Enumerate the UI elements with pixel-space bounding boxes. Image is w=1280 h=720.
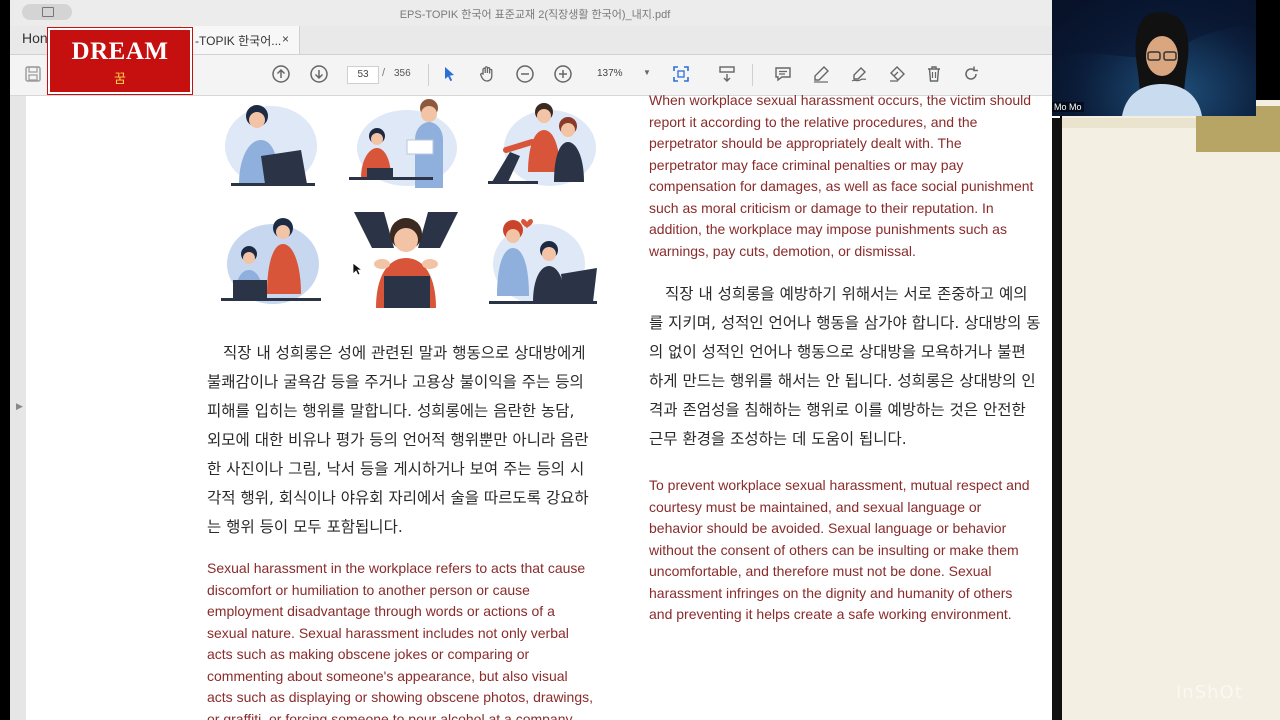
logo-title: DREAM (71, 38, 169, 65)
fit-page-icon[interactable] (670, 63, 692, 85)
text-line: acts such as making obscene jokes or com… (207, 646, 530, 662)
text-line: courtesy must be maintained, and sexual … (649, 498, 982, 515)
zoom-value: 137% (597, 68, 623, 79)
illustration-shoulder-hands (354, 212, 458, 308)
text-line: harassment infringes on the dignity and … (649, 584, 1013, 601)
text-line: 직장 내 성희롱을 예방하기 위해서는 서로 존중하고 예의 (665, 285, 1028, 303)
sidebar-expand-icon[interactable]: ▶ (16, 401, 23, 412)
save-icon[interactable] (22, 63, 44, 85)
text-line: 는 행위 등이 모두 포함됩니다. (207, 518, 403, 536)
text-line: 근무 환경을 조성하는 데 도움이 됩니다. (649, 430, 907, 448)
delete-icon[interactable] (923, 63, 945, 85)
text-line: compensation for damages, as well as fac… (649, 178, 1034, 194)
zoom-select[interactable]: 137% ▼ (593, 66, 653, 82)
left-english-paragraph: Sexual harassment in the workplace refer… (207, 558, 617, 720)
illustration-manager-document (349, 99, 457, 188)
text-line: When workplace sexual harassment occurs,… (649, 92, 1032, 108)
text-line: commenting about someone's appearance, b… (207, 667, 568, 684)
text-line: addition, the workplace may impose punis… (649, 221, 1007, 237)
text-line: behavior should be avoided. Sexual langu… (649, 520, 1007, 536)
dream-logo: DREAM 꿈 (48, 28, 192, 94)
presenter-video-icon (1052, 0, 1256, 116)
text-line: To prevent workplace sexual harassment, … (649, 477, 1030, 493)
pdf-viewer-window: EPS-TOPIK 한국어 표준교재 2(직장생활 한국어)_내지.pdf Ho… (10, 0, 1060, 720)
text-line: employment disadvantage through words or… (207, 603, 555, 619)
text-line: perpetrator may face criminal penalties … (649, 156, 964, 173)
illustration-unwanted-touch (221, 218, 321, 304)
mouse-cursor-icon (352, 262, 362, 276)
zoom-out-icon[interactable] (514, 63, 536, 85)
webcam-feed: Mo Mo (1052, 0, 1256, 116)
comment-icon[interactable] (772, 63, 794, 85)
toolbar-divider (752, 64, 753, 86)
scroll-mode-icon[interactable] (716, 63, 738, 85)
side-panel-divider (1052, 118, 1062, 720)
zoom-in-icon[interactable] (552, 63, 574, 85)
text-line: 직장 내 성희롱은 성에 관련된 말과 행동으로 상대방에게 (223, 344, 586, 362)
text-line: 하게 만드는 행위를 해서는 안 됩니다. 성희롱은 상대방의 인 (649, 372, 1036, 390)
redact-icon[interactable] (886, 63, 908, 85)
text-line: discomfort or humiliation to another per… (207, 581, 530, 598)
text-line: without the consent of others can be ins… (649, 541, 1019, 558)
text-line: or graffiti, or forcing someone to pour … (207, 710, 573, 720)
window-title: EPS-TOPIK 한국어 표준교재 2(직장생활 한국어)_내지.pdf (399, 9, 671, 21)
watermark: InShOt (1176, 682, 1243, 703)
page-total: 356 (394, 68, 411, 79)
left-korean-paragraph: 직장 내 성희롱은 성에 관련된 말과 행동으로 상대방에게 불쾌감이나 굴욕감… (207, 339, 617, 542)
text-line: 를 지키며, 성적인 언어나 행동을 삼가야 합니다. 상대방의 동 (649, 314, 1041, 332)
side-panel (1062, 100, 1280, 720)
text-line: such as moral criticism or damage to the… (649, 199, 994, 216)
title-bar: EPS-TOPIK 한국어 표준교재 2(직장생활 한국어)_내지.pdf (10, 0, 1060, 27)
right-english-paragraph-bottom: To prevent workplace sexual harassment, … (649, 475, 1060, 626)
select-pointer-icon[interactable] (438, 63, 460, 85)
sign-icon[interactable] (848, 63, 870, 85)
text-line: warnings, pay cuts, demotion, or dismiss… (649, 242, 916, 259)
right-english-paragraph-top: When workplace sexual harassment occurs,… (649, 90, 1060, 262)
illustration-office-worker (225, 105, 317, 186)
text-line: and preventing it helps create a safe wo… (649, 606, 1012, 622)
text-line: 격과 존엄성을 침해하는 행위로 이를 예방하는 것은 안전한 (649, 401, 1026, 419)
text-line: uncomfortable, and therefore must not be… (649, 563, 992, 579)
text-line: 한 사진이나 그림, 낙서 등을 게시하거나 보여 주는 등의 시 (207, 460, 585, 478)
text-line: 의 없이 성적인 언어나 행동으로 상대방을 모욕하거나 불편 (649, 343, 1026, 361)
text-line: 각적 행위, 회식이나 야유회 자리에서 술을 따르도록 강요하 (207, 489, 589, 507)
hand-tool-icon[interactable] (476, 63, 498, 85)
side-panel-strip (1062, 118, 1196, 128)
text-line: perpetrator should be appropriately deal… (649, 135, 962, 151)
right-korean-paragraph: 직장 내 성희롱을 예방하기 위해서는 서로 존중하고 예의 를 지키며, 성적… (649, 280, 1060, 454)
text-line: Sexual harassment in the workplace refer… (207, 560, 586, 576)
tab-document-label: -TOPIK 한국어... (195, 34, 282, 48)
participant-name: Mo Mo (1052, 102, 1084, 112)
page-separator: / (382, 67, 386, 79)
illustration-couple-workplace (489, 219, 597, 304)
chevron-down-icon: ▼ (643, 68, 651, 77)
page-up-icon[interactable] (270, 63, 292, 85)
page-down-icon[interactable] (308, 63, 330, 85)
text-line: 피해를 입히는 행위를 말합니다. 성희롱에는 음란한 농담, (207, 402, 575, 420)
text-line: sexual nature. Sexual harassment include… (207, 624, 569, 641)
document-viewport[interactable]: ▶ 직장 내 성희롱은 성에 관련된 말과 행동으로 상대방에게 불쾌감이나 굴… (10, 92, 1060, 720)
tab-close-icon[interactable]: × (282, 32, 289, 46)
pdf-page: 직장 내 성희롱은 성에 관련된 말과 행동으로 상대방에게 불쾌감이나 굴욕감… (26, 92, 1060, 720)
logo-subtitle: 꿈 (114, 72, 126, 87)
page-number-input[interactable]: 53 (347, 66, 379, 84)
tab-home[interactable]: Hon (22, 30, 48, 46)
text-line: 불쾌감이나 굴욕감 등을 주거나 고용상 불이익을 주는 등의 (207, 373, 584, 391)
toolbar-divider (428, 64, 429, 86)
text-line: report it according to the relative proc… (649, 113, 978, 130)
text-line: 외모에 대한 비유나 평가 등의 언어적 행위뿐만 아니라 음란 (207, 431, 589, 449)
illustration-boss-pointing (488, 103, 596, 186)
highlight-pen-icon[interactable] (810, 63, 832, 85)
tab-document[interactable]: -TOPIK 한국어... × (180, 26, 300, 54)
rotate-icon[interactable] (960, 63, 982, 85)
text-line: acts such as displaying or showing obsce… (207, 689, 593, 705)
